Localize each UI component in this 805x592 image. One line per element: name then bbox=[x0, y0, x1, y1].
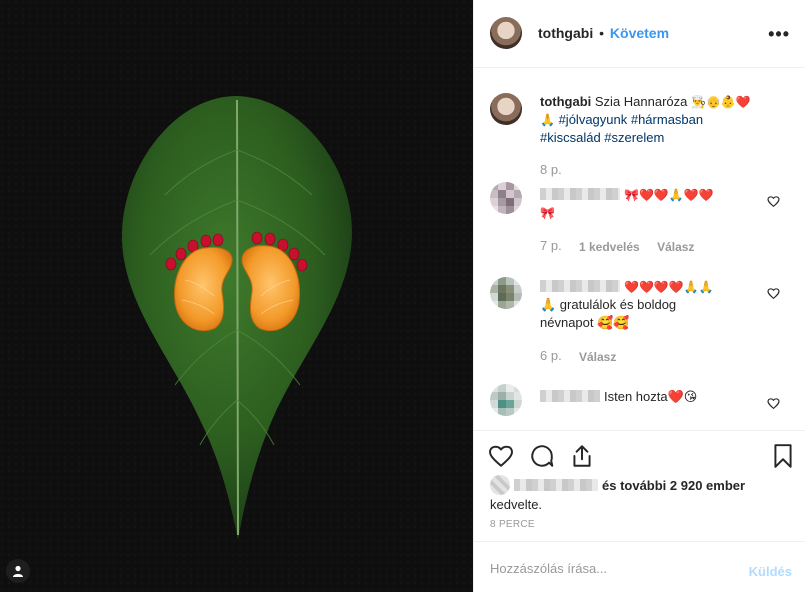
comment-2-text-1: 🙏 gratulálok és boldog bbox=[540, 297, 677, 312]
comment-3-like-icon[interactable] bbox=[767, 397, 780, 410]
comment-1-likes[interactable]: 1 kedvelés bbox=[579, 240, 640, 254]
share-button[interactable] bbox=[569, 443, 595, 469]
comment-1-emojis-2: 🎀 bbox=[540, 206, 555, 220]
comment-button[interactable] bbox=[529, 443, 555, 469]
more-options-button[interactable]: ••• bbox=[768, 24, 790, 45]
commenter-3-username-blurred[interactable] bbox=[540, 390, 600, 402]
comments-list[interactable]: tothgabi Szia Hannaróza 👨‍🍳👴👶❤️ 🙏 #jólva… bbox=[474, 69, 805, 430]
author-avatar[interactable] bbox=[490, 17, 522, 49]
post-timestamp[interactable]: 8 PERCE bbox=[490, 519, 535, 530]
comment-2-emojis: ❤️❤️❤️❤️🙏🙏 bbox=[624, 280, 714, 294]
comment-2-reply-button[interactable]: Válasz bbox=[579, 350, 616, 364]
comment-2-body: ❤️❤️❤️❤️🙏🙏 🙏 gratulálok és boldog névnap… bbox=[540, 278, 755, 332]
post-actions: és további 2 920 ember kedvelte. 8 PERCE bbox=[474, 430, 805, 540]
commenter-2-username-blurred[interactable] bbox=[540, 280, 620, 292]
post-sidebar: tothgabi • Követem ••• tothgabi Szia Han… bbox=[473, 0, 805, 592]
likes-summary: és további 2 920 ember kedvelte. bbox=[490, 475, 790, 514]
comment-1-like-icon[interactable] bbox=[767, 195, 780, 208]
comment-1-time[interactable]: 7 p. bbox=[540, 238, 562, 253]
caption-hashtags-1[interactable]: #jólvagyunk #hármasban bbox=[559, 112, 704, 127]
header-separator: • bbox=[599, 25, 605, 41]
share-icon bbox=[573, 445, 591, 467]
comment-1-meta: 1 kedvelés Válasz bbox=[579, 240, 708, 254]
send-button[interactable]: Küldés bbox=[749, 564, 792, 579]
caption-hashtags-2[interactable]: #kiscsalád #szerelem bbox=[540, 130, 664, 145]
liker-username-blurred[interactable] bbox=[514, 479, 598, 491]
comment-2-meta: Válasz bbox=[579, 350, 630, 364]
caption: tothgabi Szia Hannaróza 👨‍🍳👴👶❤️ 🙏 #jólva… bbox=[540, 93, 780, 147]
comment-1-body: 🎀❤️❤️🙏❤️❤️ 🎀 bbox=[540, 186, 755, 222]
comment-input[interactable] bbox=[488, 556, 732, 580]
comment-2-like-icon[interactable] bbox=[767, 287, 780, 300]
leaf-mandarin-image bbox=[0, 0, 473, 592]
save-button[interactable] bbox=[770, 443, 796, 469]
likes-count-text[interactable]: és további 2 920 ember bbox=[602, 478, 745, 493]
caption-text: Szia Hannaróza bbox=[594, 94, 688, 109]
caption-emojis: 👨‍🍳👴👶❤️ bbox=[691, 95, 751, 109]
comment-composer: Küldés bbox=[474, 541, 805, 592]
commenter-2-avatar[interactable] bbox=[490, 277, 522, 309]
instagram-post-modal: tothgabi • Követem ••• tothgabi Szia Han… bbox=[0, 0, 805, 592]
caption-author-avatar[interactable] bbox=[490, 93, 522, 125]
comment-1-emojis: 🎀❤️❤️🙏❤️❤️ bbox=[624, 188, 714, 202]
liker-avatar[interactable] bbox=[490, 475, 510, 495]
caption-username[interactable]: tothgabi bbox=[540, 94, 591, 109]
author-username[interactable]: tothgabi bbox=[538, 25, 593, 41]
comment-2-time[interactable]: 6 p. bbox=[540, 348, 562, 363]
caption-pray-emoji: 🙏 bbox=[540, 113, 555, 127]
commenter-3-avatar[interactable] bbox=[490, 384, 522, 416]
heart-icon bbox=[489, 445, 513, 467]
user-tag-icon[interactable] bbox=[6, 559, 30, 583]
comment-3-body: Isten hozta❤️😘 bbox=[540, 388, 755, 406]
caption-time[interactable]: 8 p. bbox=[540, 162, 562, 177]
likes-suffix: kedvelte. bbox=[490, 497, 543, 512]
like-button[interactable] bbox=[488, 443, 514, 469]
comment-1-reply-button[interactable]: Válasz bbox=[657, 240, 694, 254]
post-photo[interactable] bbox=[0, 0, 473, 592]
follow-button[interactable]: Követem bbox=[610, 25, 669, 41]
post-header: tothgabi • Követem ••• bbox=[474, 0, 805, 68]
commenter-1-username-blurred[interactable] bbox=[540, 188, 620, 200]
comment-2-text-2: névnapot 🥰🥰 bbox=[540, 315, 630, 330]
comment-3-text: Isten hozta❤️😘 bbox=[604, 389, 698, 404]
comment-icon bbox=[531, 445, 554, 467]
author-line: tothgabi • Követem bbox=[538, 25, 669, 41]
bookmark-icon bbox=[774, 444, 792, 468]
commenter-1-avatar[interactable] bbox=[490, 182, 522, 214]
